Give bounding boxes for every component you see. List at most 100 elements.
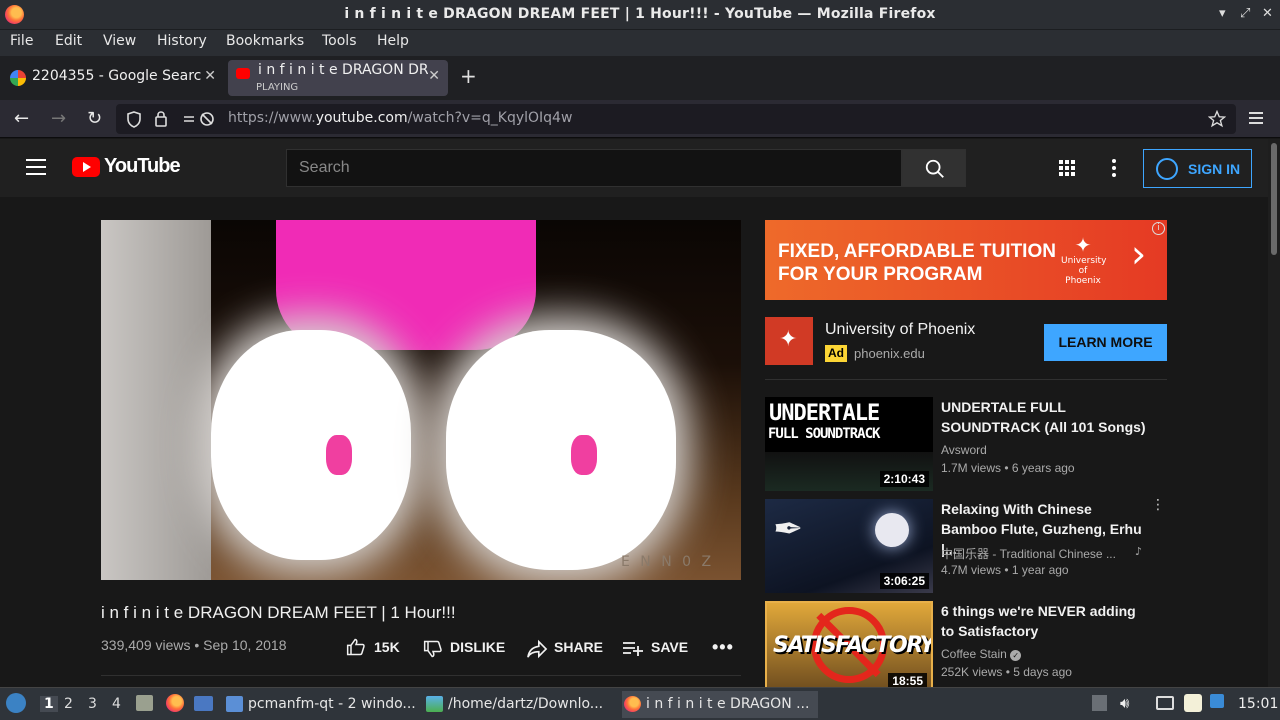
more-actions-icon[interactable]: ••• [712, 637, 734, 658]
channel-name[interactable]: Avsword [941, 443, 987, 457]
share-icon [527, 639, 548, 659]
video-thumbnail[interactable]: UNDERTALE FULL SOUNDTRACK 2:10:43 [765, 397, 933, 491]
divider [765, 379, 1167, 380]
video-thumbnail[interactable]: SATISFACTORY 18:55 [765, 601, 933, 687]
more-options-icon[interactable]: ⋮ [1151, 497, 1165, 513]
music-note-icon: ♪ [1135, 545, 1143, 558]
back-icon[interactable]: ← [14, 108, 29, 129]
account-icon [1156, 158, 1178, 180]
video-title: i n f i n i t e DRAGON DREAM FEET | 1 Ho… [101, 603, 456, 622]
video-meta: 339,409 views • Sep 10, 2018 [101, 637, 287, 653]
video-frame-figure [446, 330, 676, 570]
tab-youtube-video[interactable]: i n f i n i t e DRAGON DREAM PLAYING ✕ [228, 60, 448, 96]
video-duration: 18:55 [888, 673, 927, 687]
chevron-right-icon: › [1131, 232, 1147, 276]
taskbar-task-firefox[interactable]: i n f i n i t e DRAGON ... [622, 691, 818, 718]
video-title[interactable]: UNDERTALE FULL SOUNDTRACK (All 101 Songs… [941, 397, 1147, 437]
menu-file[interactable]: File [10, 33, 33, 49]
permissions-icon[interactable] [182, 112, 216, 126]
firefox-launcher-icon[interactable] [166, 694, 184, 712]
apps-grid-icon[interactable] [1059, 160, 1075, 176]
menu-help[interactable]: Help [377, 33, 409, 49]
workspace-1[interactable]: 1 [40, 696, 58, 712]
ad-badge: Ad [825, 345, 847, 362]
maximize-icon[interactable]: ⤢ [1240, 6, 1250, 21]
close-icon[interactable]: ✕ [1262, 6, 1273, 21]
minimize-icon[interactable]: ▾ [1219, 6, 1226, 21]
video-frame-figure [101, 220, 211, 580]
taskbar-task-image-viewer[interactable]: /home/dartz/Downlo... [424, 691, 616, 718]
learn-more-button[interactable]: LEARN MORE [1044, 324, 1167, 361]
new-tab-icon[interactable]: + [460, 64, 477, 88]
lock-icon[interactable] [154, 110, 168, 127]
thumbs-down-icon [423, 640, 442, 658]
search-icon [925, 159, 944, 178]
search-button[interactable] [902, 149, 966, 187]
clipboard-icon[interactable] [1184, 694, 1202, 712]
search-input[interactable] [287, 150, 901, 186]
show-desktop-icon[interactable] [194, 696, 213, 711]
menu-bookmarks[interactable]: Bookmarks [226, 33, 304, 49]
tab-playing-label: PLAYING [256, 82, 299, 93]
video-frame-figure [211, 330, 411, 560]
recommended-video[interactable]: UNDERTALE FULL SOUNDTRACK 2:10:43 UNDERT… [765, 397, 1167, 493]
tracking-protection-icon[interactable] [126, 111, 142, 128]
update-notifier-icon[interactable] [1210, 694, 1224, 708]
youtube-icon [236, 68, 250, 79]
recommended-video[interactable]: ✒ 3:06:25 Relaxing With Chinese Bamboo F… [765, 497, 1167, 595]
folder-icon [226, 696, 243, 712]
video-stats: 252K views • 5 days ago [941, 665, 1072, 679]
video-player[interactable]: E N N 0 Z [101, 220, 741, 580]
guide-menu-icon[interactable] [26, 159, 46, 180]
file-manager-launcher-icon[interactable] [136, 695, 153, 711]
workspace-3[interactable]: 3 [88, 696, 97, 712]
channel-name[interactable]: Coffee Stain ✓ [941, 647, 1022, 661]
menu-history[interactable]: History [157, 33, 207, 49]
video-frame-figure [571, 435, 597, 475]
menu-edit[interactable]: Edit [55, 33, 82, 49]
ad-banner[interactable]: FIXED, AFFORDABLE TUITION FOR YOUR PROGR… [765, 220, 1167, 300]
thumbs-up-icon [346, 638, 365, 656]
page-scrollbar[interactable] [1268, 139, 1280, 687]
network-icon[interactable] [1156, 696, 1174, 710]
youtube-logo-text[interactable]: YouTube [104, 155, 181, 178]
video-frame-figure [326, 435, 352, 475]
close-tab-icon[interactable]: ✕ [428, 68, 440, 84]
taskbar-task-file-manager[interactable]: pcmanfm-qt - 2 windo... [224, 691, 416, 718]
sign-in-button[interactable]: SIGN IN [1143, 149, 1252, 188]
system-taskbar: 1 2 3 4 pcmanfm-qt - 2 windo... /home/da… [0, 687, 1280, 720]
google-icon [10, 70, 26, 86]
channel-name[interactable]: 中国乐器 - Traditional Chinese ... [941, 545, 1116, 562]
ad-info-icon[interactable]: i [1152, 222, 1165, 235]
volume-icon[interactable]: 🔊︎ [1120, 694, 1129, 712]
video-title[interactable]: 6 things we're NEVER adding to Satisfact… [941, 601, 1147, 641]
workspace-4[interactable]: 4 [112, 696, 121, 712]
scrollbar-thumb[interactable] [1271, 143, 1277, 255]
bookmark-star-icon[interactable] [1208, 110, 1226, 128]
close-tab-icon[interactable]: ✕ [204, 68, 216, 84]
menu-tools[interactable]: Tools [322, 33, 357, 49]
tab-label: i n f i n i t e DRAGON DREAM [258, 62, 428, 78]
tab-google-search[interactable]: 2204355 - Google Search ✕ [2, 60, 224, 96]
video-duration: 2:10:43 [879, 471, 929, 487]
recommended-video[interactable]: SATISFACTORY 18:55 6 things we're NEVER … [765, 601, 1167, 687]
tray-arrow-icon[interactable] [1092, 695, 1107, 711]
youtube-logo-icon[interactable] [72, 157, 100, 177]
url-bar[interactable]: https://www.youtube.com/watch?v=q_KqylOI… [116, 104, 1236, 134]
clock[interactable]: 15:01 [1238, 696, 1278, 712]
menu-view[interactable]: View [103, 33, 136, 49]
app-menu-icon[interactable] [1249, 112, 1263, 124]
video-thumbnail[interactable]: ✒ 3:06:25 [765, 499, 933, 593]
start-menu-icon[interactable] [6, 693, 26, 713]
video-stats: 1.7M views • 6 years ago [941, 461, 1075, 475]
reload-icon[interactable]: ↻ [87, 108, 102, 129]
window-titlebar: i n f i n i t e DRAGON DREAM FEET | 1 Ho… [0, 0, 1280, 30]
forward-icon[interactable]: → [51, 108, 66, 129]
video-duration: 3:06:25 [879, 573, 929, 589]
search-box[interactable] [286, 149, 902, 187]
advertiser-name[interactable]: University of Phoenix [825, 321, 975, 339]
workspace-2[interactable]: 2 [64, 696, 73, 712]
settings-more-icon[interactable] [1112, 159, 1116, 180]
navigation-toolbar: ← → ↻ https://www.youtube.com/watch?v=q_… [0, 100, 1280, 138]
video-stats: 4.7M views • 1 year ago [941, 563, 1069, 577]
